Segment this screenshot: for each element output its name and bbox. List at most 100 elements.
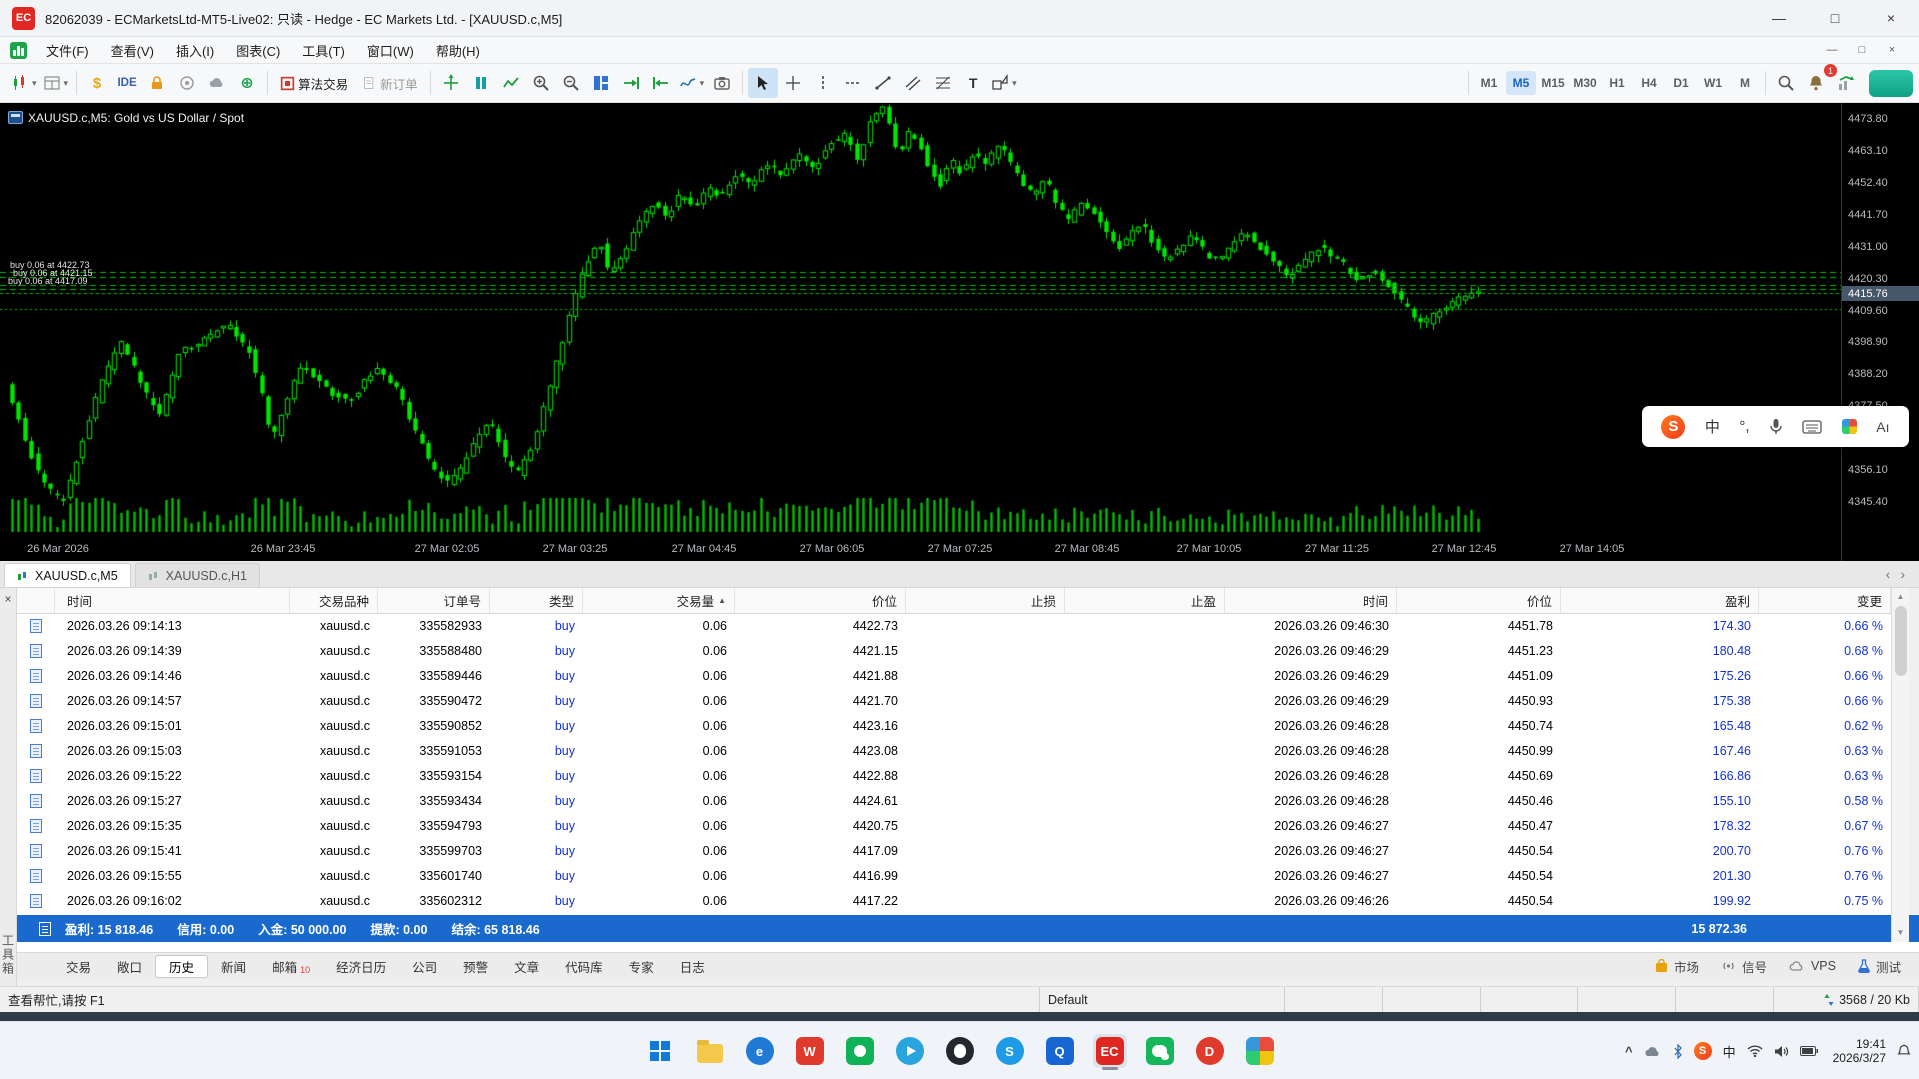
chart-tab-xauusd-m5[interactable]: XAUUSD.c,M5 xyxy=(4,563,131,587)
search-button[interactable] xyxy=(1771,68,1801,98)
algo-trading-status-button[interactable] xyxy=(172,68,202,98)
toolbox-tab-2[interactable]: 历史 xyxy=(155,955,208,978)
ide-button[interactable]: IDE xyxy=(112,68,142,98)
sogou-logo-icon[interactable]: S xyxy=(1661,415,1685,439)
menu-item-1[interactable]: 查看(V) xyxy=(100,37,165,63)
new-chart-button[interactable]: ▾ xyxy=(8,68,40,98)
history-row[interactable]: 2026.03.26 09:15:35xauusd.c335594793buy0… xyxy=(17,814,1891,839)
taskbar-clock[interactable]: 19:41 2026/3/27 xyxy=(1833,1037,1886,1065)
ime-language-indicator[interactable]: 中 xyxy=(1723,1042,1736,1061)
volume-icon[interactable] xyxy=(1774,1045,1789,1058)
toolbox-tab-tester[interactable]: 测试 xyxy=(1858,957,1901,976)
menu-item-3[interactable]: 图表(C) xyxy=(225,37,291,63)
taskbar-app-qq[interactable] xyxy=(943,1034,977,1068)
channel-tool-button[interactable] xyxy=(898,68,928,98)
mdi-close-button[interactable]: × xyxy=(1879,40,1905,60)
sogou-tray-icon[interactable]: S xyxy=(1694,1042,1712,1060)
history-row[interactable]: 2026.03.26 09:15:22xauusd.c335593154buy0… xyxy=(17,764,1891,789)
toolbox-close-icon[interactable]: × xyxy=(4,592,11,606)
tab-scroll-left-icon[interactable]: ‹ xyxy=(1886,566,1891,582)
timeframe-h4[interactable]: H4 xyxy=(1634,71,1664,95)
microphone-icon[interactable] xyxy=(1769,418,1783,436)
notifications-button[interactable]: 1 xyxy=(1801,68,1831,98)
cloud-button[interactable] xyxy=(202,68,232,98)
timeframe-m15[interactable]: M15 xyxy=(1538,71,1568,95)
column-header-6[interactable]: 止损 xyxy=(906,588,1065,613)
taskbar-file-explorer[interactable] xyxy=(693,1034,727,1068)
toolbox-tab-11[interactable]: 日志 xyxy=(667,955,718,978)
trade-levels-button[interactable] xyxy=(436,68,466,98)
menu-item-6[interactable]: 帮助(H) xyxy=(425,37,491,63)
screenshot-button[interactable] xyxy=(707,68,737,98)
taskbar-app-green-phone[interactable] xyxy=(843,1034,877,1068)
status-profile[interactable]: Default xyxy=(1040,987,1285,1012)
history-row[interactable]: 2026.03.26 09:16:02xauusd.c335602312buy0… xyxy=(17,889,1891,914)
column-header-4[interactable]: 交易量▲ xyxy=(583,588,735,613)
wifi-icon[interactable] xyxy=(1747,1045,1763,1057)
crosshair-tool-button[interactable] xyxy=(778,68,808,98)
close-button[interactable]: × xyxy=(1863,0,1919,36)
toolbox-tab-market[interactable]: 市场 xyxy=(1655,957,1699,976)
toolbox-tab-10[interactable]: 专家 xyxy=(616,955,667,978)
scroll-up-icon[interactable]: ▲ xyxy=(1897,588,1905,604)
toolbox-tab-9[interactable]: 代码库 xyxy=(552,955,616,978)
chart-tab-xauusd-h1[interactable]: XAUUSD.c,H1 xyxy=(135,563,260,587)
history-row[interactable]: 2026.03.26 09:14:46xauusd.c335589446buy0… xyxy=(17,664,1891,689)
ime-language-toggle[interactable]: 中 xyxy=(1705,416,1720,437)
menu-item-0[interactable]: 文件(F) xyxy=(35,37,100,63)
vertical-line-tool-button[interactable] xyxy=(808,68,838,98)
taskbar-app-dingtalk[interactable]: D xyxy=(1193,1034,1227,1068)
column-header-0[interactable]: 时间 xyxy=(55,588,290,613)
menu-item-5[interactable]: 窗口(W) xyxy=(356,37,425,63)
taskbar-app-colorful[interactable] xyxy=(1243,1034,1277,1068)
timeframe-h1[interactable]: H1 xyxy=(1602,71,1632,95)
scroll-down-icon[interactable]: ▼ xyxy=(1897,924,1905,940)
ime-ai-button[interactable]: Aı xyxy=(1876,419,1889,435)
timeframe-m5[interactable]: M5 xyxy=(1506,71,1536,95)
battery-icon[interactable] xyxy=(1800,1046,1818,1056)
trendline-tool-button[interactable] xyxy=(868,68,898,98)
column-header-11[interactable]: 变更 xyxy=(1759,588,1891,613)
floating-teal-widget[interactable] xyxy=(1869,70,1913,97)
chart-canvas[interactable] xyxy=(0,103,1841,561)
toolbox-tab-4[interactable]: 邮箱10 xyxy=(259,955,323,978)
chart-shift-button[interactable] xyxy=(646,68,676,98)
history-row[interactable]: 2026.03.26 09:15:03xauusd.c335591053buy0… xyxy=(17,739,1891,764)
new-order-button[interactable]: 新订单 xyxy=(355,68,425,98)
toolbox-tab-0[interactable]: 交易 xyxy=(53,955,104,978)
menu-item-4[interactable]: 工具(T) xyxy=(291,37,356,63)
auto-scroll-button[interactable] xyxy=(616,68,646,98)
timeframe-m[interactable]: M xyxy=(1730,71,1760,95)
taskbar-windows-logo[interactable] xyxy=(643,1034,677,1068)
history-row[interactable]: 2026.03.26 09:15:41xauusd.c335599703buy0… xyxy=(17,839,1891,864)
timeframe-m30[interactable]: M30 xyxy=(1570,71,1600,95)
taskbar-app-edge[interactable]: e xyxy=(743,1034,777,1068)
zoom-in-button[interactable] xyxy=(526,68,556,98)
menu-item-2[interactable]: 插入(I) xyxy=(165,37,225,63)
column-header-10[interactable]: 盈利 xyxy=(1561,588,1759,613)
column-header-3[interactable]: 类型 xyxy=(490,588,583,613)
text-tool-button[interactable]: T xyxy=(958,68,988,98)
notification-center-icon[interactable] xyxy=(1897,1044,1911,1058)
toolbox-tab-6[interactable]: 公司 xyxy=(399,955,450,978)
toolbox-tab-7[interactable]: 预警 xyxy=(450,955,501,978)
ime-punctuation-toggle[interactable]: °, xyxy=(1739,418,1749,435)
market-watch-button[interactable]: $ xyxy=(82,68,112,98)
history-row[interactable]: 2026.03.26 09:14:39xauusd.c335588480buy0… xyxy=(17,639,1891,664)
horizontal-line-tool-button[interactable] xyxy=(838,68,868,98)
ime-toolbox-icon[interactable] xyxy=(1842,419,1857,434)
history-row[interactable]: 2026.03.26 09:15:27xauusd.c335593434buy0… xyxy=(17,789,1891,814)
taskbar-app-telegram[interactable] xyxy=(893,1034,927,1068)
column-header-9[interactable]: 价位 xyxy=(1397,588,1561,613)
column-header-8[interactable]: 时间 xyxy=(1225,588,1397,613)
taskbar-app-ec-markets[interactable]: EC xyxy=(1093,1034,1127,1068)
tab-scroll-right-icon[interactable]: › xyxy=(1900,566,1905,582)
depth-of-market-button[interactable] xyxy=(466,68,496,98)
mdi-minimize-button[interactable]: — xyxy=(1819,40,1845,60)
lock-button[interactable] xyxy=(142,68,172,98)
column-header-1[interactable]: 交易品种 xyxy=(290,588,378,613)
toolbox-tab-3[interactable]: 新闻 xyxy=(208,955,259,978)
history-row[interactable]: 2026.03.26 09:14:13xauusd.c335582933buy0… xyxy=(17,614,1891,639)
taskbar-app-blue[interactable]: Q xyxy=(1043,1034,1077,1068)
scrollbar-thumb[interactable] xyxy=(1895,606,1907,676)
